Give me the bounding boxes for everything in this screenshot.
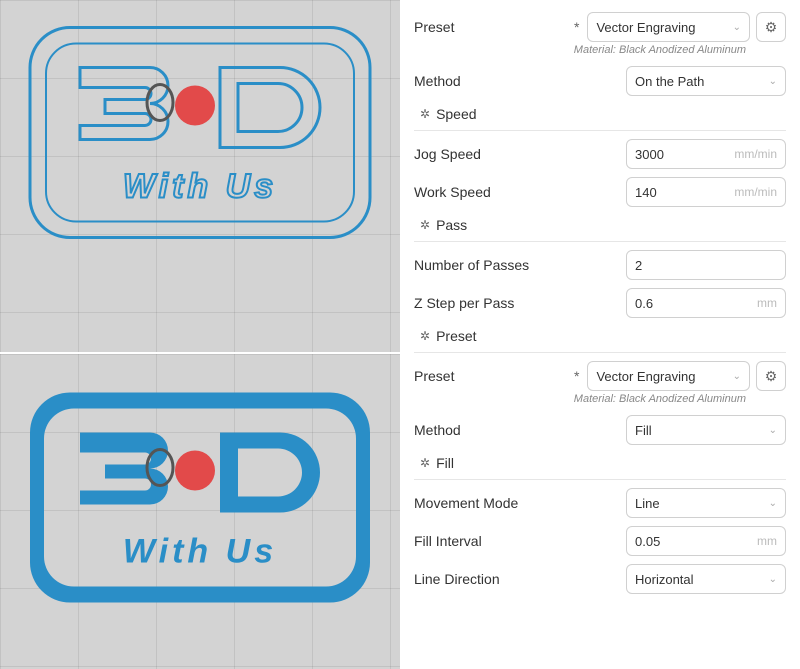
method-select[interactable]: On the Path ⌄ [626,66,786,96]
gear-icon: ✲ [420,218,430,232]
zstep-input[interactable]: 0.6 mm [626,288,786,318]
preset2-value: Vector Engraving [596,369,695,384]
settings-panel: Preset * Vector Engraving ⌄ ⚙ Material: … [400,0,800,669]
movement-mode-row: Movement Mode Line ⌄ [414,484,786,522]
chevron-down-icon: ⌄ [733,22,741,33]
jog-speed-row: Jog Speed 3000 mm/min [414,135,786,173]
passes-row: Number of Passes 2 [414,246,786,284]
work-speed-label: Work Speed [414,184,574,200]
passes-value: 2 [635,258,642,273]
preset-section-header: ✲ Preset [414,322,786,348]
fill-section-header: ✲ Fill [414,449,786,475]
logo-fill[interactable]: With Us [20,382,380,615]
chevron-down-icon: ⌄ [769,425,777,436]
material2-text: Material: Black Anodized Aluminum [414,393,786,405]
preset2-select[interactable]: Vector Engraving ⌄ [587,361,750,391]
divider [414,241,786,242]
zstep-row: Z Step per Pass 0.6 mm [414,284,786,322]
canvas-pane: With Us With Us [0,0,400,669]
method-value: On the Path [635,74,704,89]
chevron-down-icon: ⌄ [769,498,777,509]
pass-header-text: Pass [436,217,467,233]
speed-section-header: ✲ Speed [414,100,786,126]
movement-mode-value: Line [635,496,660,511]
canvas-preview-fill[interactable]: With Us [0,354,400,669]
fill-interval-value: 0.05 [635,534,660,549]
svg-text:With Us: With Us [123,532,277,570]
preset-required-asterisk: * [574,19,579,35]
zstep-unit: mm [757,296,777,310]
work-speed-row: Work Speed 140 mm/min [414,173,786,211]
method2-select[interactable]: Fill ⌄ [626,415,786,445]
material-text: Material: Black Anodized Aluminum [414,44,786,56]
work-speed-unit: mm/min [734,185,777,199]
jog-speed-label: Jog Speed [414,146,574,162]
pass-section-header: ✲ Pass [414,211,786,237]
gear-icon: ✲ [420,107,430,121]
passes-label: Number of Passes [414,257,574,273]
preset-value: Vector Engraving [596,20,695,35]
svg-text:With Us: With Us [123,167,277,205]
divider [414,479,786,480]
method-label: Method [414,73,574,89]
line-direction-label: Line Direction [414,571,574,587]
fill-interval-input[interactable]: 0.05 mm [626,526,786,556]
method2-row: Method Fill ⌄ [414,411,786,449]
canvas-preview-outline[interactable]: With Us [0,0,400,352]
divider [414,130,786,131]
speed-header-text: Speed [436,106,476,122]
preset-label: Preset [414,19,574,35]
fill-interval-unit: mm [757,534,777,548]
chevron-down-icon: ⌄ [733,371,741,382]
movement-mode-label: Movement Mode [414,495,574,511]
preset-select[interactable]: Vector Engraving ⌄ [587,12,750,42]
line-direction-value: Horizontal [635,572,694,587]
jog-speed-value: 3000 [635,147,664,162]
gear-icon: ✲ [420,329,430,343]
divider [414,352,786,353]
movement-mode-select[interactable]: Line ⌄ [626,488,786,518]
chevron-down-icon: ⌄ [769,76,777,87]
method-row: Method On the Path ⌄ [414,62,786,100]
preset2-row: Preset * Vector Engraving ⌄ ⚙ [414,357,786,395]
preset-required-asterisk: * [574,368,579,384]
preset-header-text: Preset [436,328,476,344]
work-speed-value: 140 [635,185,657,200]
fill-header-text: Fill [436,455,454,471]
gear-icon: ⚙ [765,368,778,385]
gear-icon: ⚙ [765,19,778,36]
line-direction-select[interactable]: Horizontal ⌄ [626,564,786,594]
method2-value: Fill [635,423,652,438]
work-speed-input[interactable]: 140 mm/min [626,177,786,207]
zstep-label: Z Step per Pass [414,295,574,311]
logo-outline[interactable]: With Us [20,17,380,250]
gear-icon: ✲ [420,456,430,470]
preset-settings-button[interactable]: ⚙ [756,12,786,42]
jog-speed-unit: mm/min [734,147,777,161]
zstep-value: 0.6 [635,296,653,311]
preset2-settings-button[interactable]: ⚙ [756,361,786,391]
jog-speed-input[interactable]: 3000 mm/min [626,139,786,169]
preset2-label: Preset [414,368,574,384]
method2-label: Method [414,422,574,438]
chevron-down-icon: ⌄ [769,574,777,585]
preset-row: Preset * Vector Engraving ⌄ ⚙ [414,8,786,46]
line-direction-row: Line Direction Horizontal ⌄ [414,560,786,598]
fill-interval-row: Fill Interval 0.05 mm [414,522,786,560]
fill-interval-label: Fill Interval [414,533,574,549]
passes-input[interactable]: 2 [626,250,786,280]
